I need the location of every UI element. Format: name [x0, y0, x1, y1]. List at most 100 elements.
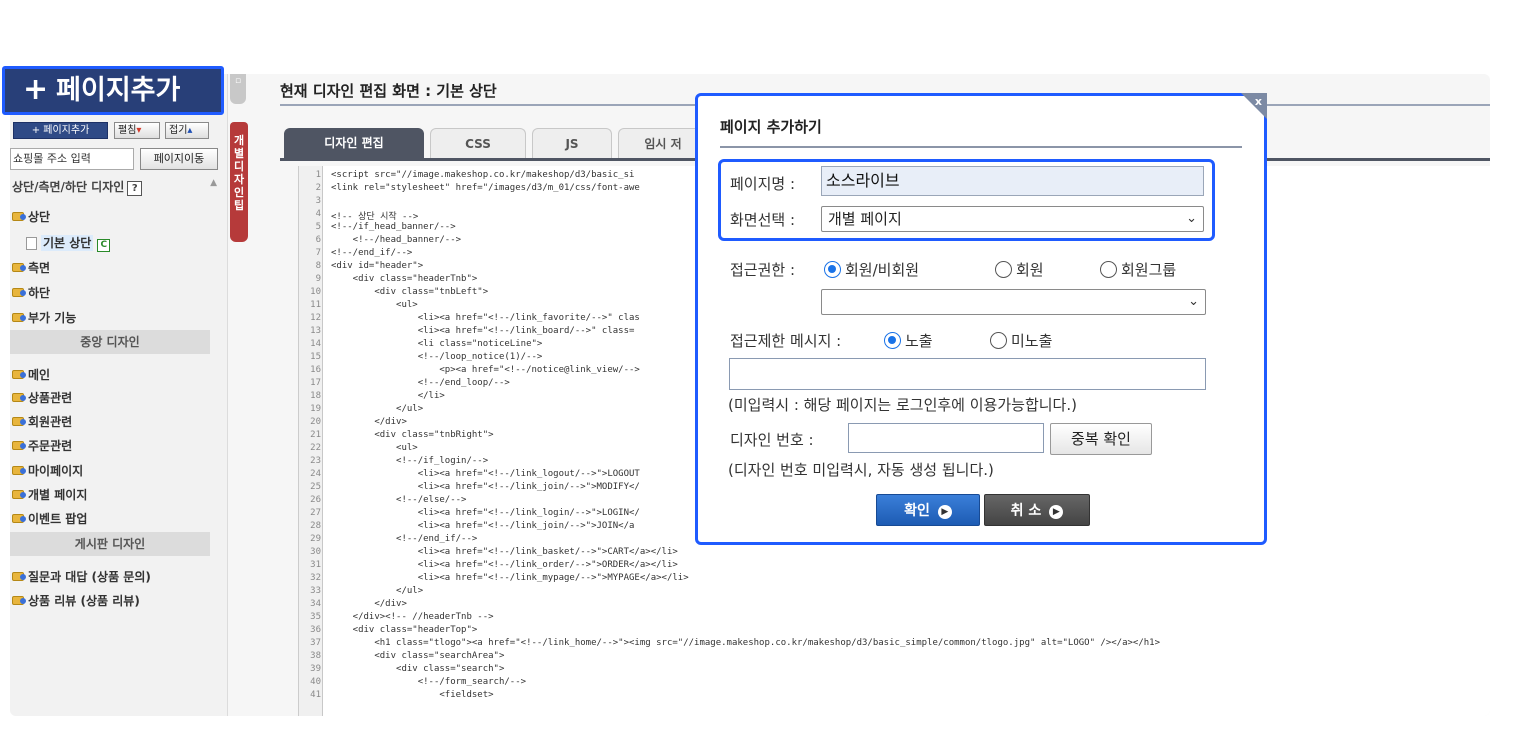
- tree-item-basic-top[interactable]: 기본 상단 C: [26, 232, 156, 254]
- code-line: <!--/end_if/-->: [331, 248, 413, 258]
- caret-down-icon: ▾: [136, 125, 142, 136]
- line-number: 38: [310, 651, 321, 661]
- tree-label: 상품 리뷰 (상품 리뷰): [28, 594, 140, 608]
- page-name-input[interactable]: 소스라이브: [821, 166, 1204, 196]
- duplicate-check-button[interactable]: 중복 확인: [1050, 423, 1152, 455]
- restrict-message-label: 접근제한 메시지 :: [730, 332, 842, 350]
- page-icon: [26, 237, 37, 250]
- code-line: </div>: [331, 599, 407, 609]
- design-number-label: 디자인 번호 :: [730, 431, 814, 449]
- tree-item-board-0[interactable]: 질문과 대답 (상품 문의): [10, 566, 210, 588]
- code-line: <!--/end_if/-->: [331, 534, 478, 544]
- radio-dot: [990, 332, 1007, 349]
- tree-label: 부가 기능: [28, 311, 77, 325]
- tree-label: 측면: [28, 261, 51, 275]
- line-number: 14: [310, 339, 321, 349]
- radio-show[interactable]: 노출: [884, 330, 933, 351]
- code-line: <div id="header">: [331, 261, 424, 271]
- tree-label: 회원관련: [28, 415, 73, 429]
- code-line: </div>: [331, 417, 407, 427]
- tree-item-side[interactable]: 측면: [10, 257, 210, 279]
- tab-design-edit[interactable]: 디자인 편집: [284, 128, 424, 158]
- line-number: 18: [310, 391, 321, 401]
- tree-item-board-1[interactable]: 상품 리뷰 (상품 리뷰): [10, 590, 210, 612]
- tab-js[interactable]: JS: [532, 128, 612, 158]
- tree-label: 하단: [28, 286, 51, 300]
- tree-item-center-1[interactable]: 상품관련: [10, 387, 210, 409]
- dialog-title: 페이지 추가하기: [720, 118, 822, 136]
- code-line: <fieldset>: [331, 690, 494, 700]
- line-number: 11: [310, 300, 321, 310]
- folder-icon: [12, 370, 26, 379]
- line-number: 6: [315, 235, 321, 245]
- code-line: </li>: [331, 391, 445, 401]
- code-line: <div class="headerTnb">: [331, 274, 478, 284]
- expand-button[interactable]: 펼침▾: [114, 122, 160, 139]
- tree-item-center-2[interactable]: 회원관련: [10, 411, 210, 433]
- collapse-button[interactable]: 접기▴: [165, 122, 209, 139]
- line-number: 7: [315, 248, 321, 258]
- radio-hide[interactable]: 미노출: [990, 330, 1052, 351]
- line-number: 1: [315, 170, 321, 180]
- line-number: 37: [310, 638, 321, 648]
- folder-icon: [12, 514, 26, 523]
- tree-item-center-0[interactable]: 메인: [10, 364, 210, 386]
- tree-item-center-5[interactable]: 개별 페이지: [10, 484, 210, 506]
- code-line: <!--/form_search/-->: [331, 677, 527, 687]
- tree-item-extra[interactable]: 부가 기능: [10, 307, 210, 329]
- code-line: <p><a href="<!--/notice@link_view/-->: [331, 365, 640, 375]
- line-number: 19: [310, 404, 321, 414]
- line-number: 39: [310, 664, 321, 674]
- line-number: 4: [315, 209, 321, 219]
- help-icon[interactable]: ?: [127, 181, 143, 196]
- design-number-input[interactable]: [848, 423, 1044, 453]
- cancel-button[interactable]: 취 소 ▶: [984, 494, 1090, 526]
- line-number: 41: [310, 690, 321, 700]
- folder-icon: [12, 212, 26, 221]
- member-group-select[interactable]: ⌄: [821, 289, 1206, 315]
- page-move-button[interactable]: 페이지이동: [140, 148, 218, 170]
- code-line: <div class="searchArea">: [331, 651, 505, 661]
- screen-select-label: 화면선택 :: [730, 211, 796, 229]
- confirm-button[interactable]: 확인 ▶: [876, 494, 980, 526]
- shop-url-input[interactable]: 쇼핑몰 주소 입력: [10, 148, 134, 170]
- tree-label: 상단: [28, 210, 51, 224]
- design-number-hint: (디자인 번호 미입력시, 자동 생성 됩니다.): [728, 461, 994, 479]
- tree-item-center-6[interactable]: 이벤트 팝업: [10, 508, 210, 530]
- screen-select-value: 개별 페이지: [828, 210, 902, 228]
- dialog-title-divider: [720, 146, 1242, 148]
- message-hint: (미입력시 : 해당 페이지는 로그인후에 이용가능합니다.): [728, 396, 1077, 414]
- radio-access-group[interactable]: 회원그룹: [1100, 259, 1176, 280]
- screen-select[interactable]: 개별 페이지 ⌄: [821, 206, 1204, 232]
- code-line: <div class="tnbLeft">: [331, 287, 489, 297]
- code-line: <!--/if_login/-->: [331, 456, 489, 466]
- folder-icon: [12, 572, 26, 581]
- page-name-label: 페이지명 :: [730, 175, 796, 193]
- sidebar: + 페이지추가 펼침▾ 접기▴ 쇼핑몰 주소 입력 페이지이동 상단/측면/하단…: [10, 74, 228, 716]
- code-line: <div class="search">: [331, 664, 505, 674]
- radio-access-all[interactable]: 회원/비회원: [824, 259, 919, 280]
- section-title-text: 상단/측면/하단 디자인: [12, 180, 125, 194]
- tree-item-center-3[interactable]: 주문관련: [10, 435, 210, 457]
- tree-label: 메인: [28, 368, 51, 382]
- tree-label: 기본 상단: [41, 235, 94, 251]
- restrict-message-input[interactable]: [729, 358, 1206, 390]
- radio-label: 회원/비회원: [845, 261, 920, 279]
- tree-item-center-4[interactable]: 마이페이지: [10, 460, 210, 482]
- close-icon[interactable]: x: [1255, 95, 1262, 108]
- sidebar-section-title: 상단/측면/하단 디자인?: [10, 174, 228, 200]
- scroll-up-icon[interactable]: ▲: [210, 178, 217, 188]
- tree-item-top[interactable]: 상단: [10, 206, 210, 228]
- add-page-small-button[interactable]: + 페이지추가: [13, 122, 108, 139]
- line-number: 8: [315, 261, 321, 271]
- line-number: 32: [310, 573, 321, 583]
- radio-access-member[interactable]: 회원: [995, 259, 1044, 280]
- side-tab-collapse[interactable]: ▫: [230, 74, 246, 104]
- code-line: <li><a href="<!--/link_login/-->">LOGIN<…: [331, 508, 640, 518]
- code-line: <li><a href="<!--/link_basket/-->">CART<…: [331, 547, 678, 557]
- code-line: <!--/if_head_banner/-->: [331, 222, 456, 232]
- tree-item-bottom[interactable]: 하단: [10, 282, 210, 304]
- tab-css[interactable]: CSS: [430, 128, 526, 158]
- add-page-button[interactable]: + 페이지추가: [2, 66, 224, 115]
- design-tip-side-tab[interactable]: 개별디자인팁: [230, 122, 248, 242]
